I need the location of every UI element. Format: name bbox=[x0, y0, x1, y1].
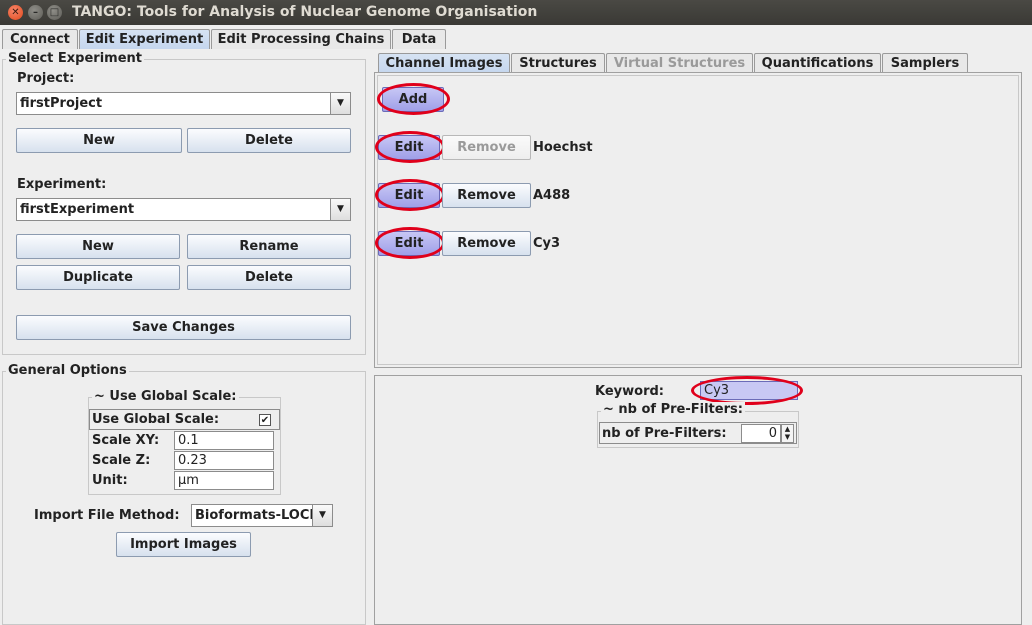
import-method-value: Bioformats-LOCI bbox=[195, 508, 315, 523]
remove-channel-button[interactable]: Remove bbox=[442, 183, 531, 208]
experiment-rename-button[interactable]: Rename bbox=[187, 234, 351, 259]
tab-structures[interactable]: Structures bbox=[511, 53, 605, 73]
tab-edit-processing-chains[interactable]: Edit Processing Chains bbox=[211, 29, 391, 49]
use-global-scale-label: Use Global Scale: bbox=[92, 412, 220, 427]
tab-samplers[interactable]: Samplers bbox=[882, 53, 968, 73]
tab-quantifications[interactable]: Quantifications bbox=[754, 53, 881, 73]
general-options-legend: General Options bbox=[6, 363, 129, 378]
project-select-value: firstProject bbox=[20, 96, 103, 111]
tab-virtual-structures: Virtual Structures bbox=[606, 53, 753, 73]
use-global-scale-checkbox[interactable]: ✔ bbox=[259, 414, 271, 426]
add-channel-button[interactable]: Add bbox=[382, 87, 444, 112]
remove-channel-button: Remove bbox=[442, 135, 531, 160]
chevron-down-icon[interactable]: ▼ bbox=[330, 93, 350, 114]
maximize-window-icon[interactable]: □ bbox=[47, 5, 62, 20]
scale-z-input[interactable]: 0.23 bbox=[174, 451, 274, 470]
experiment-delete-button[interactable]: Delete bbox=[187, 265, 351, 290]
window-titlebar: ✕ – □ TANGO: Tools for Analysis of Nucle… bbox=[0, 0, 1032, 25]
prefilters-label: nb of Pre-Filters: bbox=[602, 426, 727, 441]
chevron-down-icon[interactable]: ▼ bbox=[312, 505, 332, 526]
project-select[interactable]: firstProject ▼ bbox=[16, 92, 351, 115]
window-title: TANGO: Tools for Analysis of Nuclear Gen… bbox=[72, 4, 538, 20]
global-scale-legend: ~ Use Global Scale: bbox=[92, 389, 239, 404]
channel-list-area bbox=[377, 75, 1019, 365]
channel-name: Hoechst bbox=[533, 140, 593, 155]
remove-channel-button[interactable]: Remove bbox=[442, 231, 531, 256]
chevron-down-icon[interactable]: ▼ bbox=[330, 199, 350, 220]
prefilters-spinner[interactable]: 0 bbox=[741, 424, 781, 443]
select-experiment-legend: Select Experiment bbox=[6, 51, 144, 66]
channel-name: Cy3 bbox=[533, 236, 561, 251]
experiment-label: Experiment: bbox=[17, 177, 107, 192]
tab-edit-experiment[interactable]: Edit Experiment bbox=[79, 29, 210, 49]
project-new-button[interactable]: New bbox=[16, 128, 182, 153]
channel-name: A488 bbox=[533, 188, 571, 203]
project-delete-button[interactable]: Delete bbox=[187, 128, 351, 153]
unit-input[interactable]: µm bbox=[174, 471, 274, 490]
scale-xy-input[interactable]: 0.1 bbox=[174, 431, 274, 450]
minimize-window-icon[interactable]: – bbox=[28, 5, 43, 20]
scale-z-label: Scale Z: bbox=[92, 453, 151, 468]
edit-channel-button[interactable]: Edit bbox=[378, 183, 440, 208]
prefilters-legend: ~ nb of Pre-Filters: bbox=[601, 402, 745, 417]
save-changes-button[interactable]: Save Changes bbox=[16, 315, 351, 340]
import-method-label: Import File Method: bbox=[34, 508, 180, 523]
experiment-select[interactable]: firstExperiment ▼ bbox=[16, 198, 351, 221]
tab-channel-images[interactable]: Channel Images bbox=[378, 53, 510, 73]
scale-xy-label: Scale XY: bbox=[92, 433, 160, 448]
edit-channel-button[interactable]: Edit bbox=[378, 231, 440, 256]
keyword-label: Keyword: bbox=[595, 384, 664, 399]
tab-data[interactable]: Data bbox=[392, 29, 446, 49]
import-method-select[interactable]: Bioformats-LOCI ▼ bbox=[191, 504, 333, 527]
tab-connect[interactable]: Connect bbox=[2, 29, 78, 49]
experiment-select-value: firstExperiment bbox=[20, 202, 135, 217]
close-window-icon[interactable]: ✕ bbox=[8, 5, 23, 20]
spinner-arrows-icon[interactable]: ▲ ▼ bbox=[781, 424, 794, 443]
edit-channel-button[interactable]: Edit bbox=[378, 135, 440, 160]
project-label: Project: bbox=[17, 71, 75, 86]
experiment-new-button[interactable]: New bbox=[16, 234, 180, 259]
import-images-button[interactable]: Import Images bbox=[116, 532, 251, 557]
keyword-input[interactable]: Cy3 bbox=[700, 381, 798, 400]
unit-label: Unit: bbox=[92, 473, 128, 488]
experiment-duplicate-button[interactable]: Duplicate bbox=[16, 265, 180, 290]
